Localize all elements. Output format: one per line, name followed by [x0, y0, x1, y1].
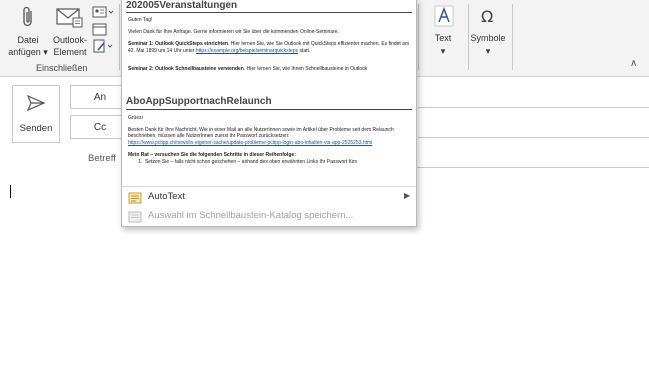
to-field-underline[interactable]: [418, 107, 649, 108]
send-button[interactable]: Senden: [12, 85, 60, 143]
save-selection-icon: [128, 210, 142, 228]
subject-label: Betreff: [88, 153, 116, 164]
outlook-item-label: Outlook-: [52, 35, 87, 45]
chevron-down-icon: ▾: [485, 46, 491, 56]
quick-part-title: 202005Veranstaltungen: [126, 0, 238, 11]
submenu-arrow-icon: ▶: [404, 191, 411, 200]
paperclip-icon: [20, 5, 36, 34]
autotext-menu-item[interactable]: AutoText ▶: [122, 188, 416, 206]
business-card-button[interactable]: [92, 5, 114, 19]
divider: [126, 12, 412, 13]
quick-part-item[interactable]: AboAppSupportnachRelaunch Grüezi Besten …: [122, 93, 416, 188]
attach-file-label: Datei: [17, 35, 39, 45]
signature-button[interactable]: [92, 39, 114, 53]
preview-step-1: 1. Setzen Sie – falls nicht schon gesche…: [138, 158, 358, 165]
collapse-ribbon-icon[interactable]: ∧: [630, 58, 637, 69]
preview-link: https://www.pctipp.ch/news/in-eigener-sa…: [128, 139, 373, 146]
svg-text:Ω: Ω: [481, 7, 493, 26]
preview-paragraph: Besten Dank für Ihre Nachricht. Wie in e…: [128, 126, 394, 140]
calendar-button[interactable]: [92, 22, 114, 36]
outlook-item-label2: Element: [53, 47, 87, 57]
calendar-icon: [92, 23, 107, 36]
ribbon-divider: [119, 4, 120, 70]
chevron-down-icon: ▾: [440, 46, 446, 56]
preview-seminar-2: Seminar 2: Outlook Schnellbausteine verw…: [128, 66, 368, 73]
preview-line: Vielen Dank für Ihre Anfrage. Gerne info…: [128, 28, 339, 35]
menu-separator: [122, 186, 416, 187]
quick-part-item[interactable]: 202005Veranstaltungen Guten Tag! Vielen …: [122, 0, 416, 93]
attach-file-button[interactable]: Datei anfügen ▾: [8, 3, 48, 59]
outlook-item-button[interactable]: Outlook- Element: [52, 3, 88, 59]
quick-parts-dropdown: 202005Veranstaltungen Guten Tag! Vielen …: [121, 0, 417, 227]
autotext-label: AutoText: [148, 191, 185, 202]
send-arrow-icon: [26, 94, 46, 111]
text-format-icon: [434, 5, 454, 32]
preview-greeting: Grüezi: [128, 115, 143, 121]
signature-pen-icon: [93, 39, 113, 53]
ribbon-divider-4: [512, 4, 513, 70]
omega-icon: Ω: [478, 5, 498, 32]
text-cursor: [10, 185, 11, 198]
send-label: Senden: [19, 122, 53, 134]
text-button-label: Text: [434, 33, 452, 43]
symbols-button-label: Symbole: [470, 33, 506, 43]
envelope-icon: [56, 6, 84, 33]
divider: [126, 109, 412, 110]
save-selection-menu-item: Auswahl im Schnellbaustein-Katalog speic…: [122, 207, 416, 225]
symbols-button[interactable]: Ω Symbole ▾: [470, 3, 506, 63]
quick-part-preview: Grüezi Besten Dank für Ihre Nachricht. W…: [128, 115, 412, 166]
save-selection-label: Auswahl im Schnellbaustein-Katalog speic…: [148, 210, 354, 221]
quick-part-title: AboAppSupportnachRelaunch: [126, 96, 272, 107]
cc-field-underline[interactable]: [418, 137, 649, 138]
ribbon-divider-2: [418, 4, 419, 70]
text-button[interactable]: Text ▾: [423, 3, 463, 63]
seminar-link: https://example.org/beispielseminarquick…: [195, 47, 299, 54]
preview-advice: Mein Rat – versuchen Sie die folgenden S…: [128, 152, 296, 159]
quick-part-preview: Guten Tag! Vielen Dank für Ihre Anfrage.…: [128, 17, 412, 73]
preview-greeting: Guten Tag!: [128, 17, 153, 23]
preview-seminar-1: Seminar 1: Outlook QuickSteps einrichten…: [128, 41, 410, 54]
business-card-icon: [92, 6, 114, 18]
attach-file-label2: anfügen ▾: [8, 47, 48, 57]
group-label-include: Einschließen: [36, 63, 88, 73]
